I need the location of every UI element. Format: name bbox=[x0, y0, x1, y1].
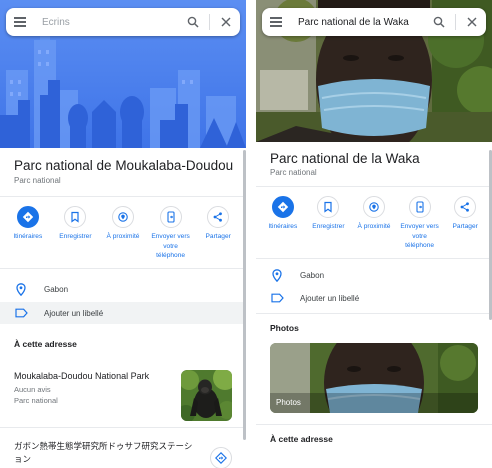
share-button[interactable]: Partager bbox=[445, 196, 485, 251]
location-pin-icon bbox=[270, 268, 284, 282]
station-directions-button[interactable] bbox=[210, 447, 232, 468]
send-to-phone-button[interactable]: Envoyer vers votre téléphone bbox=[400, 196, 440, 251]
location-pin-icon bbox=[14, 282, 28, 296]
save-label: Enregistrer bbox=[59, 233, 92, 240]
share-icon bbox=[207, 206, 230, 228]
at-this-address-heading: À cette adresse bbox=[14, 339, 77, 349]
nearby-place-type: Parc national bbox=[14, 396, 58, 405]
divider bbox=[256, 186, 492, 187]
right-place-panel: Parc national de la Waka Parc national d… bbox=[256, 0, 492, 468]
nearby-place-reviews: Aucun avis bbox=[14, 385, 51, 394]
divider bbox=[256, 313, 492, 314]
menu-icon[interactable] bbox=[270, 17, 286, 27]
directions-icon bbox=[215, 452, 227, 464]
nearby-place-name: Moukalaba-Doudou National Park bbox=[14, 371, 150, 381]
nearby-place-card[interactable]: Moukalaba-Doudou National Park Aucun avi… bbox=[14, 371, 149, 406]
place-title: Parc national de Moukalaba-Doudou bbox=[14, 158, 234, 173]
directions-button[interactable]: Itinéraires bbox=[8, 206, 48, 261]
info-row-address[interactable]: Gabon bbox=[0, 278, 246, 300]
divider bbox=[0, 268, 246, 269]
address-text: Gabon bbox=[44, 284, 69, 294]
place-title: Parc national de la Waka bbox=[270, 151, 420, 166]
send-to-phone-button[interactable]: Envoyer vers votre téléphone bbox=[151, 206, 191, 261]
nearby-button[interactable]: À proximité bbox=[103, 206, 143, 261]
directions-icon bbox=[271, 196, 294, 218]
menu-icon[interactable] bbox=[14, 17, 30, 27]
bookmark-icon bbox=[317, 196, 340, 218]
save-button[interactable]: Enregistrer bbox=[55, 206, 95, 261]
save-button[interactable]: Enregistrer bbox=[308, 196, 348, 251]
search-divider bbox=[455, 14, 456, 30]
add-label-text: Ajouter un libellé bbox=[300, 293, 360, 303]
at-this-address-heading: À cette adresse bbox=[270, 434, 333, 444]
photos-overlay-label: Photos bbox=[276, 398, 301, 407]
photos-gallery-card[interactable]: Photos bbox=[270, 343, 478, 413]
share-label: Partager bbox=[452, 223, 478, 230]
search-box[interactable]: Parc national de la Waka bbox=[262, 8, 486, 36]
nearby-icon bbox=[111, 206, 134, 228]
left-place-panel: Ecrins Parc national de Moukalaba-Doudou… bbox=[0, 0, 246, 468]
divider bbox=[256, 258, 492, 259]
search-divider bbox=[209, 14, 210, 30]
bookmark-icon bbox=[64, 206, 87, 228]
action-bar: Itinéraires Enregistrer À proximité Envo… bbox=[0, 206, 246, 261]
label-icon bbox=[270, 291, 284, 305]
place-category: Parc national bbox=[270, 168, 317, 177]
send-to-phone-icon bbox=[408, 196, 431, 218]
nearby-label: À proximité bbox=[106, 233, 140, 240]
share-button[interactable]: Partager bbox=[198, 206, 238, 261]
photos-heading: Photos bbox=[270, 323, 299, 333]
add-label-row[interactable]: Ajouter un libellé bbox=[256, 287, 492, 309]
directions-label: Itinéraires bbox=[13, 233, 43, 240]
save-label: Enregistrer bbox=[312, 223, 345, 230]
search-box[interactable]: Ecrins bbox=[6, 8, 240, 36]
send-to-phone-label: Envoyer vers votre téléphone bbox=[400, 223, 439, 249]
divider bbox=[256, 424, 492, 425]
search-input[interactable]: Ecrins bbox=[42, 17, 177, 28]
panel-gap bbox=[246, 0, 256, 468]
nearby-label: À proximité bbox=[357, 223, 391, 230]
divider bbox=[0, 427, 246, 428]
gorilla-photo-thumbnail[interactable] bbox=[181, 370, 232, 421]
address-text: Gabon bbox=[300, 270, 325, 280]
label-icon bbox=[14, 306, 28, 320]
add-label-text: Ajouter un libellé bbox=[44, 308, 104, 318]
nearby-icon bbox=[362, 196, 385, 218]
divider bbox=[0, 196, 246, 197]
info-row-address[interactable]: Gabon bbox=[256, 264, 492, 286]
directions-icon bbox=[16, 206, 39, 228]
close-icon[interactable] bbox=[218, 14, 234, 30]
place-category: Parc national bbox=[14, 176, 61, 185]
selfie-photo bbox=[270, 343, 478, 413]
nearby-button[interactable]: À proximité bbox=[354, 196, 394, 251]
research-station-name[interactable]: ガボン熱帯生態学研究所ドゥサフ研究ステーション bbox=[14, 440, 200, 466]
search-input[interactable]: Parc national de la Waka bbox=[298, 17, 423, 28]
search-icon[interactable] bbox=[431, 14, 447, 30]
add-label-row[interactable]: Ajouter un libellé bbox=[0, 302, 246, 324]
directions-label: Itinéraires bbox=[268, 223, 298, 230]
close-icon[interactable] bbox=[464, 14, 480, 30]
send-to-phone-label: Envoyer vers votre téléphone bbox=[151, 233, 190, 259]
send-to-phone-icon bbox=[159, 206, 182, 228]
share-icon bbox=[454, 196, 477, 218]
search-icon[interactable] bbox=[185, 14, 201, 30]
action-bar: Itinéraires Enregistrer À proximité Envo… bbox=[256, 196, 492, 251]
directions-button[interactable]: Itinéraires bbox=[263, 196, 303, 251]
share-label: Partager bbox=[205, 233, 231, 240]
